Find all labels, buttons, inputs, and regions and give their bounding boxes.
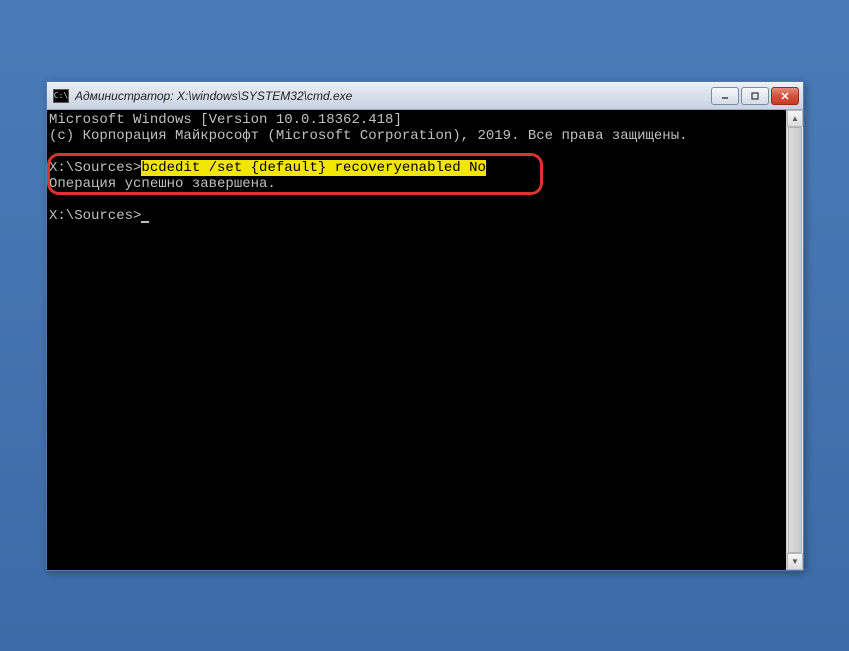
cmd-icon: C:\ (53, 89, 69, 103)
prompt: X:\Sources> (49, 160, 141, 176)
titlebar[interactable]: C:\ Администратор: X:\windows\SYSTEM32\c… (47, 82, 803, 110)
minimize-button[interactable] (711, 87, 739, 105)
scroll-up-arrow-icon[interactable]: ▲ (787, 110, 803, 127)
scroll-down-arrow-icon[interactable]: ▼ (787, 553, 803, 570)
scroll-track[interactable] (787, 127, 803, 553)
window-controls (711, 87, 799, 105)
console-line: (c) Корпорация Майкрософт (Microsoft Cor… (49, 128, 688, 144)
scroll-thumb[interactable] (788, 127, 802, 553)
console-line: Microsoft Windows [Version 10.0.18362.41… (49, 112, 402, 128)
maximize-button[interactable] (741, 87, 769, 105)
window-title: Администратор: X:\windows\SYSTEM32\cmd.e… (75, 89, 711, 103)
close-button[interactable] (771, 87, 799, 105)
console-output[interactable]: Microsoft Windows [Version 10.0.18362.41… (47, 110, 786, 570)
cmd-window: C:\ Администратор: X:\windows\SYSTEM32\c… (46, 81, 804, 571)
vertical-scrollbar[interactable]: ▲ ▼ (786, 110, 803, 570)
console-line: Операция успешно завершена. (49, 176, 276, 192)
cursor (141, 221, 149, 223)
console-client-area: Microsoft Windows [Version 10.0.18362.41… (47, 110, 803, 570)
highlighted-command: bcdedit /set {default} recoveryenabled N… (141, 160, 485, 176)
prompt: X:\Sources> (49, 208, 141, 224)
